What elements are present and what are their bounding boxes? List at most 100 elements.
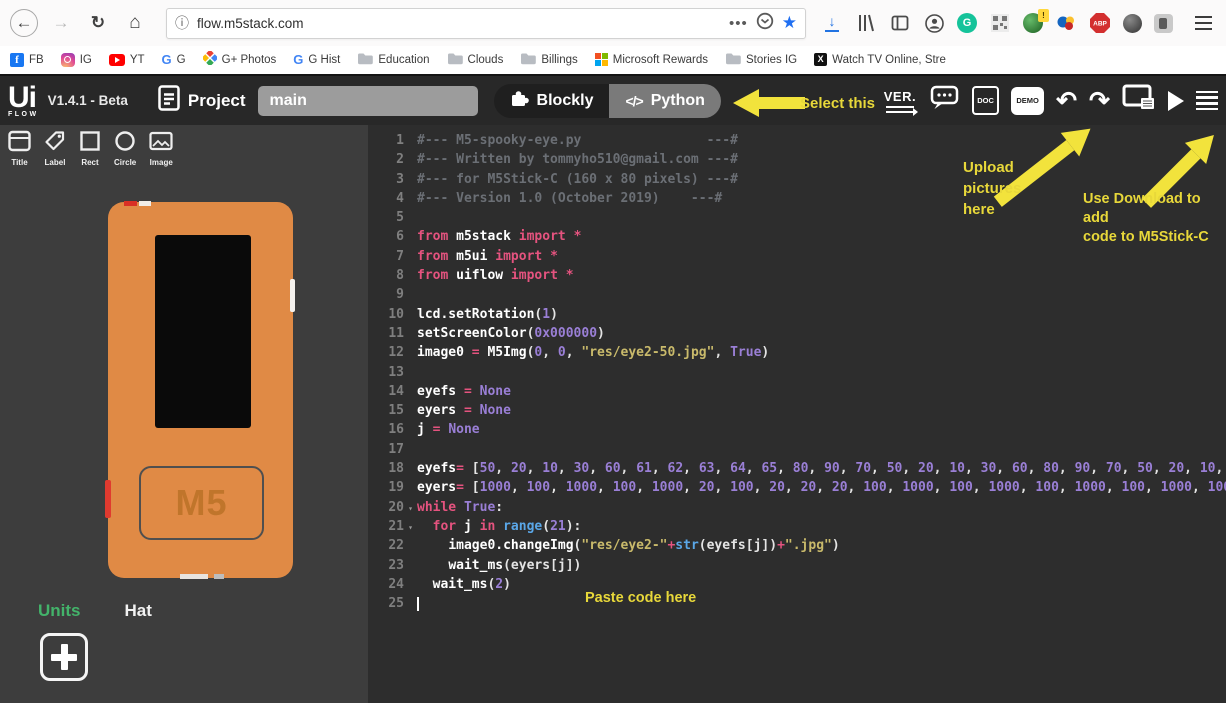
- home-button[interactable]: ⌂: [121, 9, 149, 37]
- tab-python[interactable]: </> Python: [609, 84, 720, 118]
- url-text[interactable]: flow.m5stack.com: [197, 16, 721, 31]
- alert-extension-icon[interactable]: !: [1023, 13, 1043, 33]
- upload-device-button[interactable]: [1122, 84, 1156, 117]
- download-note: Use Download to addcode to M5Stick-C: [1083, 190, 1226, 247]
- bookmark-stories-ig[interactable]: Stories IG: [725, 52, 797, 68]
- code-line[interactable]: 20▾while True:: [368, 498, 1226, 517]
- tool-label[interactable]: Label: [44, 130, 66, 167]
- library-icon[interactable]: [855, 12, 877, 34]
- facebook-icon: f: [10, 53, 24, 67]
- tab-blockly[interactable]: Blockly: [494, 84, 610, 118]
- bookmark-photos[interactable]: G+ Photos: [203, 51, 277, 68]
- code-line[interactable]: 14eyefs = None: [368, 382, 1226, 401]
- ui-designer-sidebar: Title Label Rect Circle: [0, 125, 368, 703]
- bookmarks-bar: fFB IG YT GG G+ Photos GG Hist Education…: [0, 46, 1226, 73]
- tab-units[interactable]: Units: [38, 601, 81, 621]
- download-menu-button[interactable]: [1196, 91, 1218, 110]
- image-icon: [149, 130, 173, 157]
- reload-button[interactable]: ↻: [84, 9, 112, 37]
- undo-button[interactable]: ↶: [1056, 90, 1077, 112]
- uiflow-body: Title Label Rect Circle: [0, 125, 1226, 703]
- bookmark-fb[interactable]: fFB: [10, 53, 44, 67]
- document-icon: [158, 85, 180, 116]
- code-line[interactable]: 12image0 = M5Img(0, 0, "res/eye2-50.jpg"…: [368, 343, 1226, 362]
- code-line[interactable]: 22 image0.changeImg("res/eye2-"+str(eyef…: [368, 536, 1226, 555]
- tool-rect[interactable]: Rect: [79, 130, 101, 167]
- bookmark-ig[interactable]: IG: [61, 53, 92, 67]
- add-unit-button[interactable]: [40, 633, 88, 681]
- tab-hat[interactable]: Hat: [125, 601, 152, 621]
- forward-button[interactable]: →: [47, 9, 75, 37]
- bookmark-watch-tv[interactable]: XWatch TV Online, Stre: [814, 53, 946, 66]
- instagram-icon: [61, 53, 75, 67]
- code-line[interactable]: 8from uiflow import *: [368, 266, 1226, 285]
- run-button[interactable]: [1168, 91, 1184, 111]
- code-line[interactable]: 9: [368, 285, 1226, 304]
- bookmark-yt[interactable]: YT: [109, 54, 145, 66]
- puzzle-icon: [510, 89, 529, 113]
- tool-title[interactable]: Title: [8, 130, 31, 167]
- gray-extension-icon[interactable]: [1154, 14, 1173, 33]
- url-bar[interactable]: ⓘ flow.m5stack.com ••• ★: [166, 8, 806, 39]
- demo-button[interactable]: DEMO: [1011, 87, 1044, 115]
- account-icon[interactable]: [923, 12, 945, 34]
- google-photos-icon: [203, 51, 217, 68]
- select-this-label: Select this: [800, 95, 875, 112]
- code-line[interactable]: 17: [368, 440, 1226, 459]
- page-actions-icon[interactable]: •••: [729, 15, 748, 32]
- bookmark-star-icon[interactable]: ★: [782, 13, 797, 33]
- qr-extension-icon[interactable]: [989, 12, 1011, 34]
- code-line[interactable]: 15eyers = None: [368, 401, 1226, 420]
- bookmark-clouds[interactable]: Clouds: [447, 52, 504, 68]
- sidebar-toggle-icon[interactable]: [889, 12, 911, 34]
- project-name-input[interactable]: [258, 86, 478, 116]
- dark-extension-icon[interactable]: [1123, 14, 1142, 33]
- dots-extension-icon[interactable]: [1055, 12, 1077, 34]
- select-this-arrow: [733, 89, 805, 117]
- code-line[interactable]: 16j = None: [368, 420, 1226, 439]
- adblock-extension-icon[interactable]: ABP: [1089, 12, 1111, 34]
- google-icon: G: [293, 52, 303, 67]
- bookmark-billings[interactable]: Billings: [520, 52, 577, 68]
- bookmark-ghist[interactable]: GG Hist: [293, 52, 340, 67]
- code-line[interactable]: 18eyefs= [50, 20, 10, 30, 60, 61, 62, 63…: [368, 459, 1226, 478]
- uiflow-header: Ui FLOW V1.4.1 - Beta Project Blockly: [0, 76, 1226, 125]
- uiflow-toolbar: VER. DOC DEMO ↶ ↷: [884, 84, 1226, 117]
- code-line[interactable]: 11setScreenColor(0x000000): [368, 324, 1226, 343]
- back-button[interactable]: ←: [10, 9, 38, 37]
- circle-icon: [114, 130, 136, 157]
- tool-circle[interactable]: Circle: [114, 130, 136, 167]
- pocket-icon[interactable]: [756, 12, 774, 35]
- download-icon[interactable]: ↓: [821, 12, 843, 34]
- microsoft-icon: [595, 53, 608, 66]
- code-line[interactable]: 19eyers= [1000, 100, 1000, 100, 1000, 20…: [368, 478, 1226, 497]
- bookmark-ms-rewards[interactable]: Microsoft Rewards: [595, 53, 708, 66]
- code-line[interactable]: 2#--- Written by tommyho510@gmail.com --…: [368, 150, 1226, 169]
- code-line[interactable]: 21▾ for j in range(21):: [368, 517, 1226, 536]
- uiflow-logo: Ui FLOW: [8, 83, 39, 118]
- bookmark-education[interactable]: Education: [357, 52, 429, 68]
- device-screen[interactable]: [155, 235, 251, 428]
- tool-image[interactable]: Image: [149, 130, 173, 167]
- folder-icon: [520, 52, 536, 68]
- browser-toolbar: ← → ↻ ⌂ ⓘ flow.m5stack.com ••• ★ ↓ G: [0, 0, 1226, 46]
- bookmark-g[interactable]: GG: [162, 52, 186, 67]
- code-line[interactable]: 24 wait_ms(2): [368, 575, 1226, 594]
- code-line[interactable]: 23 wait_ms(eyers[j]): [368, 556, 1226, 575]
- redo-button[interactable]: ↷: [1089, 90, 1110, 112]
- browser-menu-icon[interactable]: [1195, 16, 1212, 30]
- feedback-button[interactable]: [928, 84, 960, 117]
- uiflow-page: Ui FLOW V1.4.1 - Beta Project Blockly: [0, 74, 1226, 703]
- code-line[interactable]: 7from m5ui import *: [368, 247, 1226, 266]
- device-accent: [290, 279, 295, 312]
- code-line[interactable]: 10lcd.setRotation(1): [368, 305, 1226, 324]
- version-history-button[interactable]: VER.: [884, 89, 916, 113]
- code-line[interactable]: 25: [368, 594, 1226, 613]
- project-button[interactable]: Project: [158, 85, 246, 116]
- doc-button[interactable]: DOC: [972, 86, 999, 115]
- grammarly-extension-icon[interactable]: G: [957, 13, 977, 33]
- m5stick-device-preview[interactable]: M5: [108, 202, 293, 578]
- code-line[interactable]: 3#--- for M5Stick-C (160 x 80 pixels) --…: [368, 170, 1226, 189]
- code-line[interactable]: 13: [368, 363, 1226, 382]
- page-info-icon[interactable]: ⓘ: [175, 13, 189, 33]
